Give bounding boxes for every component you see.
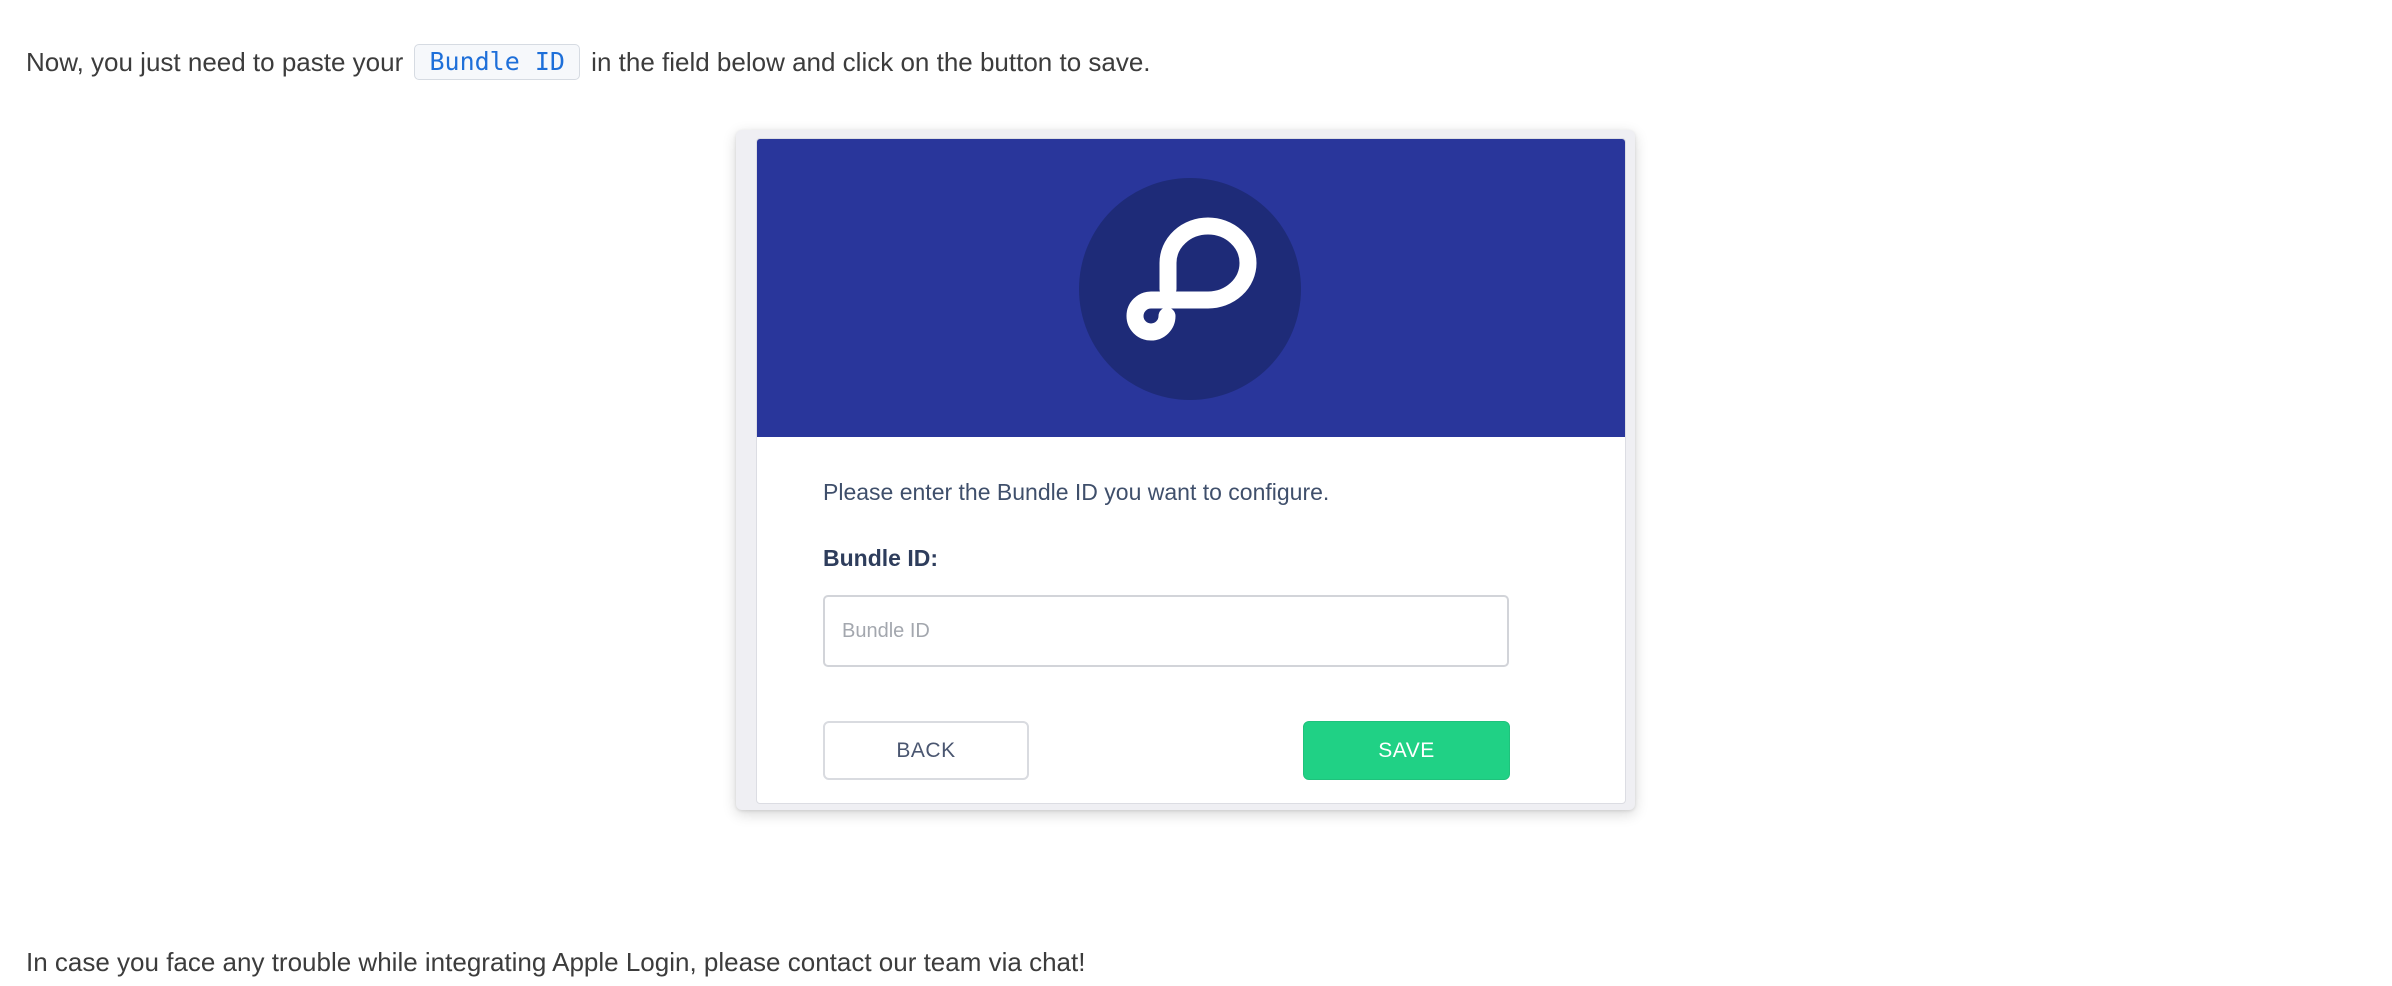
save-button-label: SAVE	[1378, 738, 1435, 762]
back-button-label: BACK	[896, 738, 956, 762]
bundle-id-input[interactable]	[823, 595, 1509, 667]
intro-text-after: in the field below and click on the butt…	[591, 47, 1151, 77]
intro-paragraph: Now, you just need to paste your Bundle …	[26, 44, 1151, 80]
screenshot-frame: Please enter the Bundle ID you want to c…	[736, 130, 1635, 810]
card-header	[757, 139, 1625, 437]
bundle-id-code: Bundle ID	[414, 44, 580, 80]
save-button[interactable]: SAVE	[1303, 721, 1510, 780]
intro-text-before: Now, you just need to paste your	[26, 47, 404, 77]
bundle-id-label: Bundle ID:	[823, 545, 938, 571]
back-button[interactable]: BACK	[823, 721, 1029, 780]
help-paragraph: In case you face any trouble while integ…	[26, 947, 1086, 977]
instruction-text: Please enter the Bundle ID you want to c…	[823, 479, 1330, 505]
bundle-id-card: Please enter the Bundle ID you want to c…	[756, 138, 1626, 804]
parse-logo-icon	[1079, 178, 1301, 400]
